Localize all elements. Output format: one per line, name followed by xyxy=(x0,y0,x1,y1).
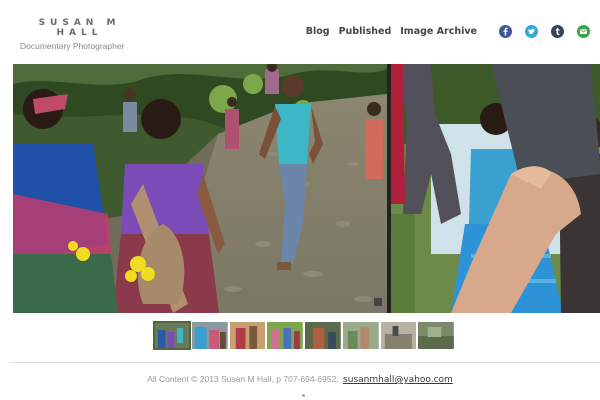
fullscreen-icon[interactable] xyxy=(373,297,383,307)
brand-name-line1: SUSAN M xyxy=(38,18,121,28)
thumbnail[interactable] xyxy=(153,321,191,350)
thumbnail[interactable] xyxy=(380,322,417,349)
nav-blog[interactable]: Blog xyxy=(306,26,330,37)
footer-email-link[interactable]: susanmhall@yahoo.com xyxy=(343,375,453,385)
thumbnail[interactable] xyxy=(342,322,379,349)
thumbnail[interactable] xyxy=(229,322,266,349)
slideshow xyxy=(13,64,600,313)
thumbnail[interactable] xyxy=(418,322,454,349)
email-icon[interactable] xyxy=(577,25,590,38)
main-nav: Blog Published Image Archive xyxy=(306,25,590,38)
thumbnail-strip xyxy=(153,321,454,350)
facebook-icon[interactable] xyxy=(499,25,512,38)
thumbnail[interactable] xyxy=(267,322,303,349)
brand-name-line2: HALL xyxy=(56,28,103,38)
nav-published[interactable]: Published xyxy=(339,26,392,37)
footer: All Content © 2013 Susan M Hall, p 707-6… xyxy=(0,374,600,385)
photo-children-running-icon[interactable] xyxy=(13,64,387,313)
site-brand[interactable]: SUSAN M HALL Documentary Photographer xyxy=(20,18,137,51)
footer-copyright: All Content © 2013 Susan M Hall, p 707-6… xyxy=(147,374,339,384)
footer-dot xyxy=(302,394,305,397)
nav-image-archive[interactable]: Image Archive xyxy=(400,26,477,37)
footer-divider xyxy=(10,362,600,363)
brand-tagline: Documentary Photographer xyxy=(20,41,125,51)
tumblr-icon[interactable] xyxy=(551,25,564,38)
thumbnail[interactable] xyxy=(191,322,228,349)
twitter-icon[interactable] xyxy=(525,25,538,38)
photo-girl-in-blue-icon[interactable] xyxy=(391,64,600,313)
thumbnail[interactable] xyxy=(305,322,341,349)
